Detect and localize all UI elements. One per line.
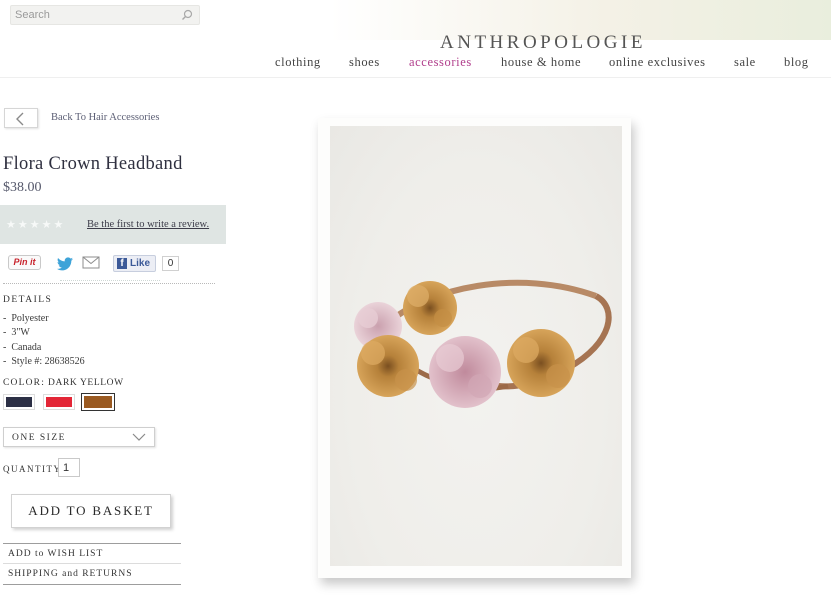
divider (3, 283, 215, 284)
detail-item: - Polyester (3, 313, 49, 324)
like-count: 0 (162, 256, 179, 271)
swatch-red-fill (46, 397, 72, 407)
shipping-and-returns-link[interactable]: SHIPPING and RETURNS (8, 569, 133, 579)
divider (3, 563, 181, 564)
swatch-red[interactable] (43, 394, 75, 410)
size-value: ONE SIZE (12, 433, 66, 443)
email-icon[interactable] (82, 256, 100, 269)
nav-clothing[interactable]: clothing (275, 55, 321, 70)
quantity-label: QUANTITY: (3, 464, 65, 474)
divider (60, 280, 160, 281)
write-review-link[interactable]: Be the first to write a review. (87, 219, 209, 230)
nav-house-home[interactable]: house & home (501, 55, 581, 70)
facebook-icon: f (117, 258, 127, 269)
search-icon[interactable] (181, 9, 193, 21)
nav-blog[interactable]: blog (784, 55, 809, 70)
color-label: COLOR: DARK YELLOW (3, 378, 124, 388)
swatch-dark-yellow-fill (84, 396, 112, 408)
nav-sale[interactable]: sale (734, 55, 756, 70)
product-image[interactable] (318, 118, 631, 578)
nav-accessories[interactable]: accessories (409, 55, 472, 70)
back-button[interactable] (4, 108, 38, 128)
product-price: $38.00 (3, 180, 42, 195)
product-title: Flora Crown Headband (3, 154, 183, 174)
nav-shoes[interactable]: shoes (349, 55, 380, 70)
search-box[interactable] (10, 5, 200, 25)
search-input[interactable] (15, 8, 175, 22)
chevron-left-icon (16, 112, 24, 126)
add-to-wish-list-link[interactable]: ADD to WISH LIST (8, 549, 103, 559)
details-heading: DETAILS (3, 295, 53, 305)
size-select[interactable]: ONE SIZE (3, 427, 155, 447)
back-to-category-link[interactable]: Back To Hair Accessories (51, 112, 159, 123)
swatch-dark-yellow[interactable] (81, 393, 115, 411)
quantity-input[interactable] (58, 458, 80, 477)
facebook-like-label: Like (130, 258, 151, 269)
swatch-navy[interactable] (3, 394, 35, 410)
divider (3, 584, 181, 585)
divider (3, 543, 181, 544)
detail-item: - 3"W (3, 327, 30, 338)
facebook-like-button[interactable]: f Like (113, 255, 156, 272)
chevron-down-icon (132, 433, 146, 441)
header-divider (0, 77, 831, 78)
rating-stars: ★★★★★ (6, 219, 66, 231)
detail-item: - Style #: 28638526 (3, 356, 85, 367)
twitter-icon[interactable] (56, 257, 74, 271)
add-to-basket-button[interactable]: ADD TO BASKET (11, 494, 171, 528)
swatch-navy-fill (6, 397, 32, 407)
pinterest-button[interactable]: Pin it (8, 255, 41, 270)
headband-illustration (354, 279, 612, 408)
detail-item: - Canada (3, 342, 42, 353)
site-logo[interactable]: ANTHROPOLOGIE (440, 32, 646, 54)
selected-color-name: DARK YELLOW (48, 378, 124, 388)
nav-online-exclusives[interactable]: online exclusives (609, 55, 706, 70)
